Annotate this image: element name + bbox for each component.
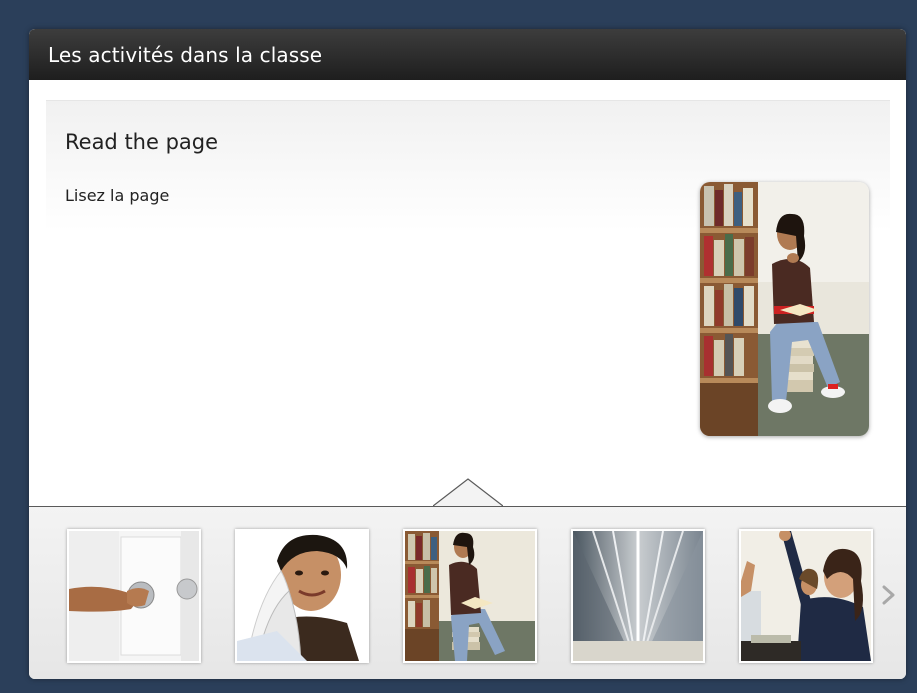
window-title: Les activités dans la classe — [48, 43, 323, 67]
thumbnail-open-book[interactable] — [571, 529, 705, 663]
thumbnail-strip — [29, 506, 906, 679]
activity-heading: Read the page — [65, 130, 219, 154]
thumbnail-students-raising-hands[interactable] — [739, 529, 873, 663]
thumbnail-student-flipping[interactable] — [235, 529, 369, 663]
student-flipping-pages-photo — [237, 531, 367, 661]
chevron-right-icon[interactable] — [877, 579, 901, 611]
student-reading-photo — [700, 182, 869, 436]
activity-window: Les activités dans la classe Read the pa… — [29, 29, 906, 679]
door-knob-photo — [69, 531, 199, 661]
thumbnail-door-knob[interactable] — [67, 529, 201, 663]
student-reading-photo — [405, 531, 535, 661]
selection-pointer — [433, 478, 503, 508]
title-bar: Les activités dans la classe — [29, 29, 906, 80]
thumbnail-student-reading[interactable] — [403, 529, 537, 663]
students-raising-hands-photo — [741, 531, 871, 661]
activity-card: Read the page Lisez la page — [46, 100, 890, 506]
open-book-pages-photo — [573, 531, 703, 661]
activity-instruction: Lisez la page — [65, 186, 170, 205]
